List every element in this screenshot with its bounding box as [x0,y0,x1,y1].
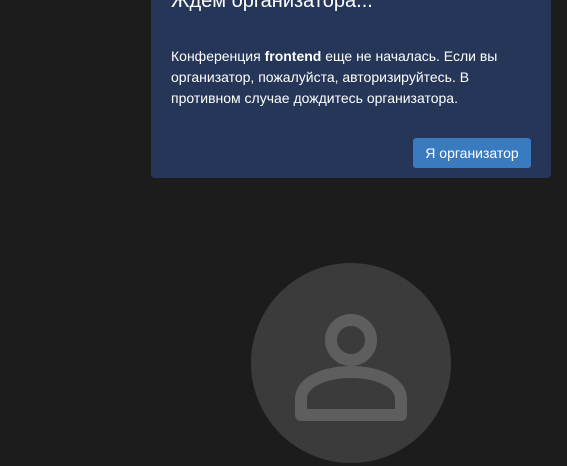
message-prefix: Конференция [171,48,265,64]
avatar [251,263,451,463]
prejoin-screen: Ждем организатора... Конференция fronten… [0,0,567,466]
dialog-title: Ждем организатора... [171,0,373,12]
i-am-moderator-button[interactable]: Я организатор [413,138,531,168]
dialog-message: Конференция frontend еще не началась. Ес… [171,46,533,109]
user-icon [295,314,407,421]
conference-name: frontend [264,48,322,64]
waiting-for-moderator-dialog: Ждем организатора... Конференция fronten… [151,0,551,178]
